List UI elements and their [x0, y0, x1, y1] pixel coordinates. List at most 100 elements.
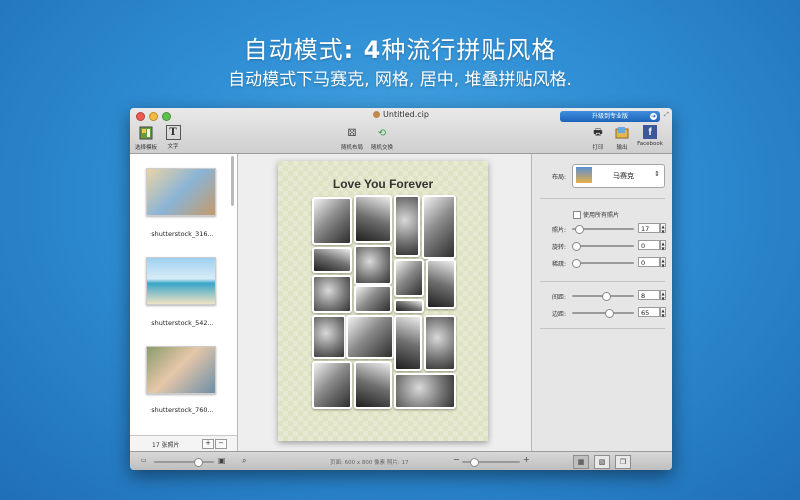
collage-photo[interactable]	[394, 373, 456, 409]
rotate-value-field[interactable]: 0	[638, 240, 660, 250]
photos-slider-knob[interactable]	[575, 225, 584, 234]
print-button[interactable]: 🖶 打印	[588, 125, 608, 152]
photos-label: 照片:	[551, 227, 566, 234]
collage-photo[interactable]	[312, 197, 352, 245]
facebook-label: Facebook	[637, 141, 663, 147]
text-label: 文字	[167, 144, 179, 150]
margin-slider-knob[interactable]	[605, 309, 614, 318]
background-view-button[interactable]: ▧	[594, 455, 610, 469]
collage-photo[interactable]	[394, 195, 420, 257]
photo-thumbnail[interactable]	[146, 168, 216, 216]
collage-photo[interactable]	[394, 315, 422, 371]
divider	[540, 198, 665, 199]
spacing-stepper[interactable]: ▲ ▼	[660, 290, 666, 301]
photo-thumbnail-label: shutterstock_542...	[151, 319, 214, 327]
random-swap-button[interactable]: ⟲ 随机交换	[368, 125, 396, 152]
zoom-out-icon[interactable]: −	[453, 455, 460, 464]
random-layout-label: 随机布局	[340, 145, 363, 151]
document-icon	[373, 111, 381, 118]
random-layout-button[interactable]: ⚄ 随机布局	[338, 125, 366, 152]
divider	[540, 328, 665, 329]
collage-photo[interactable]	[354, 285, 392, 313]
text-button[interactable]: T 文字	[164, 125, 182, 150]
spacing-value-field[interactable]: 8	[638, 290, 660, 300]
facebook-icon: f	[643, 125, 657, 139]
select-template-button[interactable]: 选择模板	[133, 125, 159, 151]
export-button[interactable]: 输出	[612, 125, 632, 151]
stack-icon: ❐	[619, 458, 627, 466]
photo-sidebar[interactable]: shutterstock_316... shutterstock_542... …	[130, 154, 238, 452]
collage-photo[interactable]	[424, 315, 456, 371]
thumbnail-size-knob[interactable]	[194, 458, 203, 467]
photo-thumbnail[interactable]	[146, 346, 216, 394]
photos-value-field[interactable]: 17	[638, 223, 660, 233]
template-icon	[138, 125, 154, 141]
spacing-label: 间距:	[551, 294, 566, 301]
use-all-photos-label: 使用所有照片	[583, 212, 620, 219]
collage-title[interactable]: Love You Forever	[278, 177, 488, 191]
upgrade-label: 升级到专业版	[591, 113, 628, 120]
zoom-slider-knob[interactable]	[470, 458, 479, 467]
collage-photo[interactable]	[394, 259, 424, 297]
photos-slider[interactable]	[572, 225, 634, 234]
layout-view-button[interactable]: ▦	[573, 455, 589, 469]
collage-photo[interactable]	[354, 245, 392, 285]
grid-layout-icon: ▦	[577, 458, 585, 466]
photo-thumbnail[interactable]	[146, 257, 216, 305]
spacing-slider-knob[interactable]	[602, 292, 611, 301]
zoom-magnifier-icon[interactable]: ⌕	[242, 456, 246, 466]
facebook-button[interactable]: f Facebook	[635, 125, 665, 147]
print-label: 打印	[592, 145, 604, 151]
remove-photo-button[interactable]: −	[215, 439, 227, 449]
export-label: 输出	[616, 145, 628, 151]
sparse-label: 稀疏:	[551, 261, 566, 268]
photos-stepper[interactable]: ▲ ▼	[660, 223, 666, 234]
collage-photo[interactable]	[346, 315, 394, 359]
add-photo-button[interactable]: +	[202, 439, 214, 449]
hero-title: 自动模式: 4种流行拼贴风格	[0, 30, 800, 65]
collage-photo[interactable]	[394, 299, 424, 313]
updown-caret-icon: ⇕	[654, 170, 660, 178]
margin-value-field[interactable]: 65	[638, 307, 660, 317]
collage-page[interactable]: Love You Forever	[278, 161, 488, 441]
stack-view-button[interactable]: ❐	[615, 455, 631, 469]
zoom-slider[interactable]	[462, 458, 520, 467]
app-window: Untitled.cip 升级到专业版 ➜ ⤢ 选择模板 T 文字 ⚄ 随机布局 …	[130, 108, 672, 470]
dice-icon: ⚄	[347, 127, 357, 139]
collage-photo[interactable]	[312, 275, 352, 313]
layout-select[interactable]: 马赛克 ⇕	[572, 164, 665, 188]
collage-canvas[interactable]: Love You Forever	[238, 154, 530, 451]
divider	[540, 281, 665, 282]
titlebar-toolbar: Untitled.cip 升级到专业版 ➜ ⤢ 选择模板 T 文字 ⚄ 随机布局 …	[130, 108, 672, 154]
margin-stepper[interactable]: ▲ ▼	[660, 307, 666, 318]
sidebar-scrollbar[interactable]	[231, 156, 234, 206]
collage-photo[interactable]	[354, 195, 392, 243]
collage-photo[interactable]	[422, 195, 456, 259]
sparse-stepper[interactable]: ▲ ▼	[660, 257, 666, 268]
hero-subtitle: 自动模式下马赛克, 网格, 居中, 堆叠拼贴风格.	[228, 70, 572, 90]
sparse-slider[interactable]	[572, 259, 634, 268]
collage-photo[interactable]	[312, 247, 352, 273]
fullscreen-icon[interactable]: ⤢	[664, 111, 669, 119]
collage-photo[interactable]	[354, 361, 392, 409]
collage-photo[interactable]	[426, 259, 456, 309]
printer-icon: 🖶	[593, 126, 603, 138]
collage-photo[interactable]	[312, 361, 352, 409]
export-icon	[614, 125, 630, 141]
use-all-photos-checkbox[interactable]	[573, 211, 581, 219]
spacing-slider[interactable]	[572, 292, 634, 301]
swap-icon: ⟲	[377, 127, 387, 139]
rotate-stepper[interactable]: ▲ ▼	[660, 240, 666, 251]
thumbnail-size-slider[interactable]	[154, 458, 214, 467]
rotate-slider[interactable]	[572, 242, 634, 251]
margin-slider[interactable]	[572, 309, 634, 318]
sparse-slider-knob[interactable]	[572, 259, 581, 268]
upgrade-button[interactable]: 升级到专业版 ➜	[560, 111, 660, 122]
zoom-in-icon[interactable]: +	[523, 455, 530, 464]
rotate-slider-knob[interactable]	[572, 242, 581, 251]
collage-photo[interactable]	[312, 315, 346, 359]
photo-thumbnail-label: shutterstock_316...	[151, 230, 214, 238]
layout-select-value: 马赛克	[613, 172, 634, 180]
sparse-value-field[interactable]: 0	[638, 257, 660, 267]
sidebar-footer: 17 张照片 + −	[130, 435, 237, 452]
